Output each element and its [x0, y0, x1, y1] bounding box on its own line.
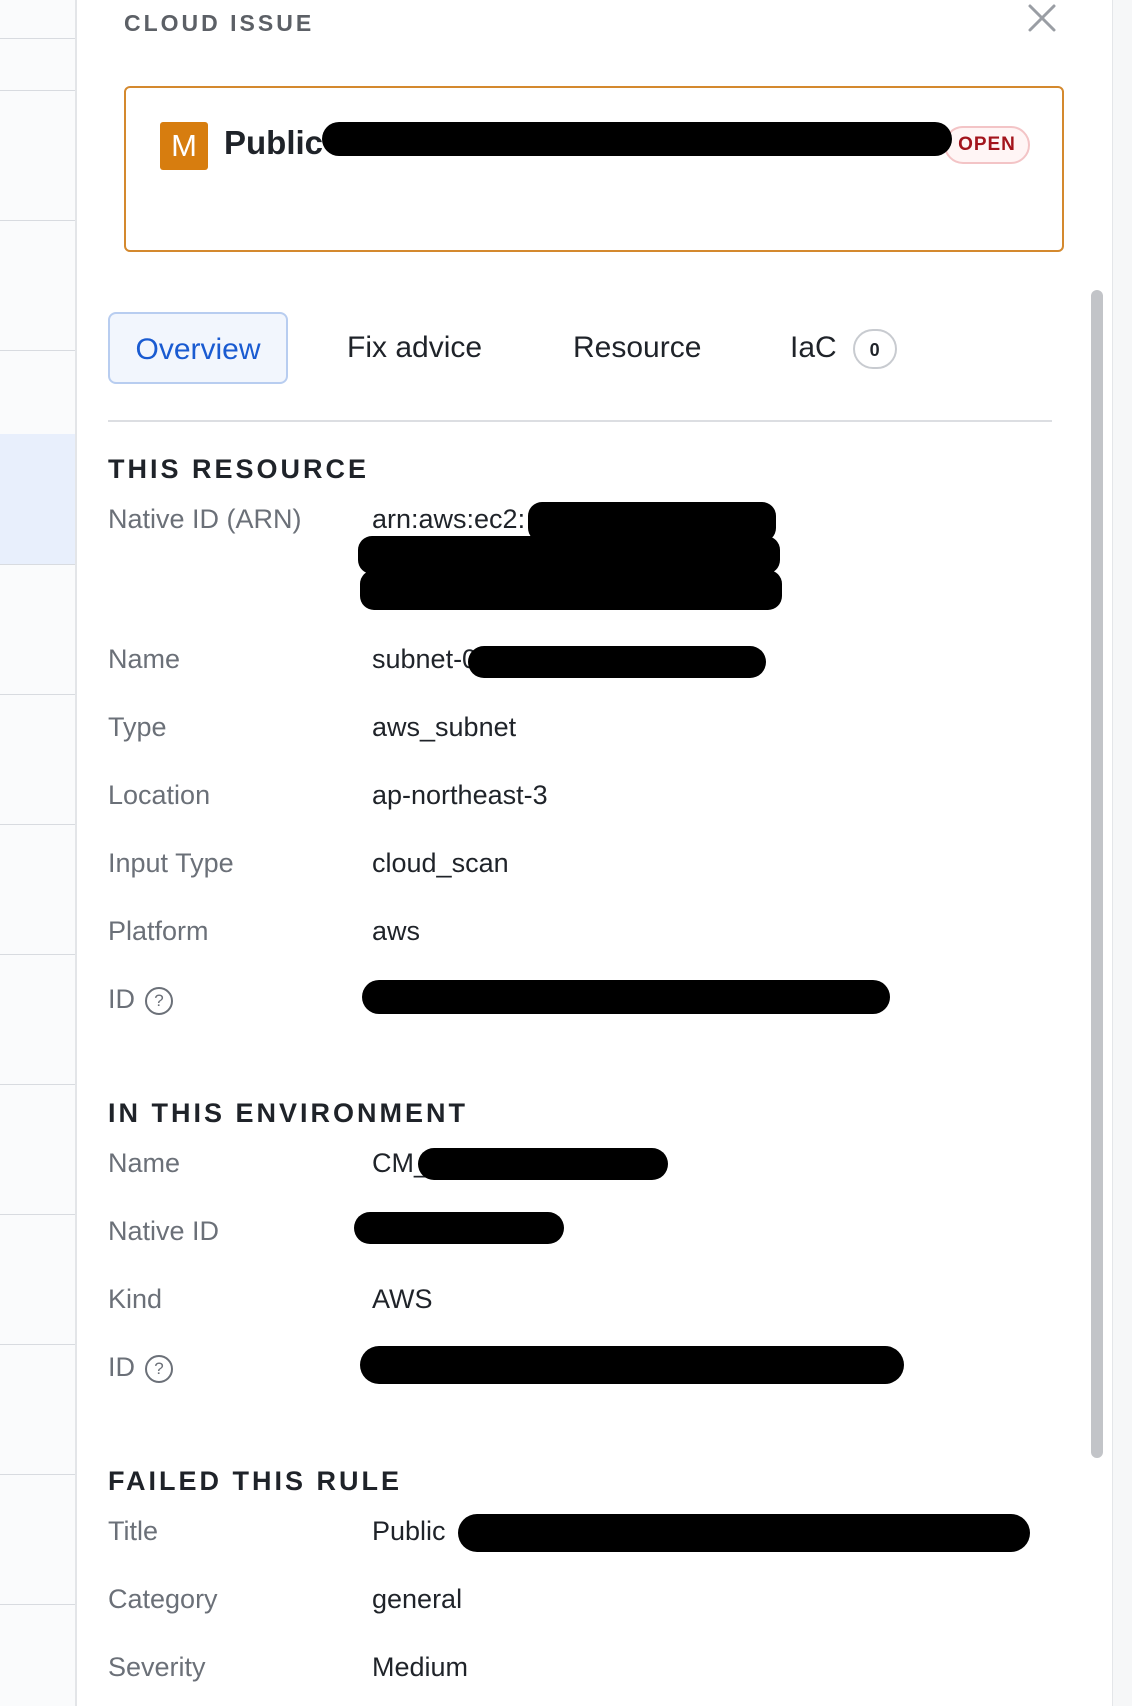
section-title-environment: IN THIS ENVIRONMENT: [108, 1098, 469, 1128]
list-row[interactable]: [0, 90, 75, 221]
field-value-kind: AWS: [372, 1284, 433, 1314]
page-edge: [1112, 0, 1132, 1706]
tab-label: IaC: [790, 331, 837, 364]
tab-resource[interactable]: Resource: [573, 312, 701, 384]
severity-badge: M: [160, 122, 208, 170]
scrollbar-thumb[interactable]: [1091, 290, 1103, 1458]
field-label: Location: [108, 780, 211, 810]
field-label: Severity: [108, 1652, 206, 1682]
redaction-bar: [322, 122, 952, 156]
issue-title: Public: [224, 124, 324, 161]
list-row[interactable]: [0, 38, 75, 91]
redaction-bar: [418, 1148, 668, 1180]
list-row[interactable]: [0, 694, 75, 825]
list-row[interactable]: [0, 1604, 75, 1706]
field-label: ID: [108, 984, 135, 1014]
tab-bar: Overview Fix advice Resource IaC 0: [108, 312, 1052, 422]
field-value-arn: arn:aws:ec2:: [372, 504, 526, 534]
tab-label: Overview: [135, 333, 261, 366]
list-row[interactable]: [0, 824, 75, 955]
status-badge: OPEN: [944, 126, 1030, 164]
section-title-this-resource: THIS RESOURCE: [108, 454, 370, 484]
redaction-bar: [468, 646, 766, 678]
redaction-bar: [360, 570, 782, 610]
help-icon[interactable]: ?: [145, 987, 173, 1015]
list-row[interactable]: [0, 350, 75, 435]
list-row-selected[interactable]: [0, 434, 75, 565]
close-button[interactable]: [1022, 0, 1060, 38]
field-label: Input Type: [108, 848, 234, 878]
list-row[interactable]: [0, 954, 75, 1085]
field-label: Native ID: [108, 1216, 220, 1246]
field-value-input-type: cloud_scan: [372, 848, 509, 878]
field-value-category: general: [372, 1584, 463, 1614]
field-label: Platform: [108, 916, 209, 946]
list-row[interactable]: [0, 1084, 75, 1215]
scrollbar[interactable]: [1088, 286, 1106, 1706]
field-label: Kind: [108, 1284, 163, 1314]
field-value-platform: aws: [372, 916, 421, 946]
field-label: ID: [108, 1352, 135, 1382]
field-label: Name: [108, 1148, 181, 1178]
field-value-name: subnet-0: [372, 644, 478, 674]
iac-count-badge: 0: [852, 329, 897, 370]
redaction-bar: [360, 1346, 904, 1384]
list-row[interactable]: [0, 0, 75, 39]
close-icon: [1028, 4, 1056, 32]
tab-label: Resource: [573, 331, 702, 364]
list-row[interactable]: [0, 564, 75, 695]
tab-overview[interactable]: Overview: [108, 312, 288, 384]
field-value-type: aws_subnet: [372, 712, 517, 742]
field-label-id: ID?: [108, 1352, 173, 1383]
field-label-id: ID?: [108, 984, 173, 1015]
section-title-rule: FAILED THIS RULE: [108, 1466, 403, 1496]
help-icon[interactable]: ?: [145, 1355, 173, 1383]
field-label: Name: [108, 644, 181, 674]
tab-iac[interactable]: IaC 0: [790, 312, 897, 384]
list-row[interactable]: [0, 220, 75, 351]
field-value-severity: Medium: [372, 1652, 469, 1682]
field-label: Type: [108, 712, 167, 742]
list-row[interactable]: [0, 1474, 75, 1605]
redaction-bar: [354, 1212, 564, 1244]
field-label: Category: [108, 1584, 218, 1614]
field-label: Native ID (ARN): [108, 504, 302, 534]
field-value-location: ap-northeast-3: [372, 780, 548, 810]
drawer-kicker: CLOUD ISSUE: [124, 10, 315, 36]
redaction-bar: [358, 536, 780, 574]
field-label: Title: [108, 1516, 159, 1546]
tab-label: Fix advice: [347, 331, 483, 364]
list-row[interactable]: [0, 1214, 75, 1345]
field-value-rule-title: Public: [372, 1516, 446, 1546]
list-row[interactable]: [0, 1344, 75, 1475]
redaction-bar: [362, 980, 890, 1014]
background-list: [0, 0, 75, 1706]
tab-fix-advice[interactable]: Fix advice: [347, 312, 482, 384]
redaction-bar: [458, 1514, 1030, 1552]
issue-card: M Public OPEN: [124, 86, 1064, 252]
